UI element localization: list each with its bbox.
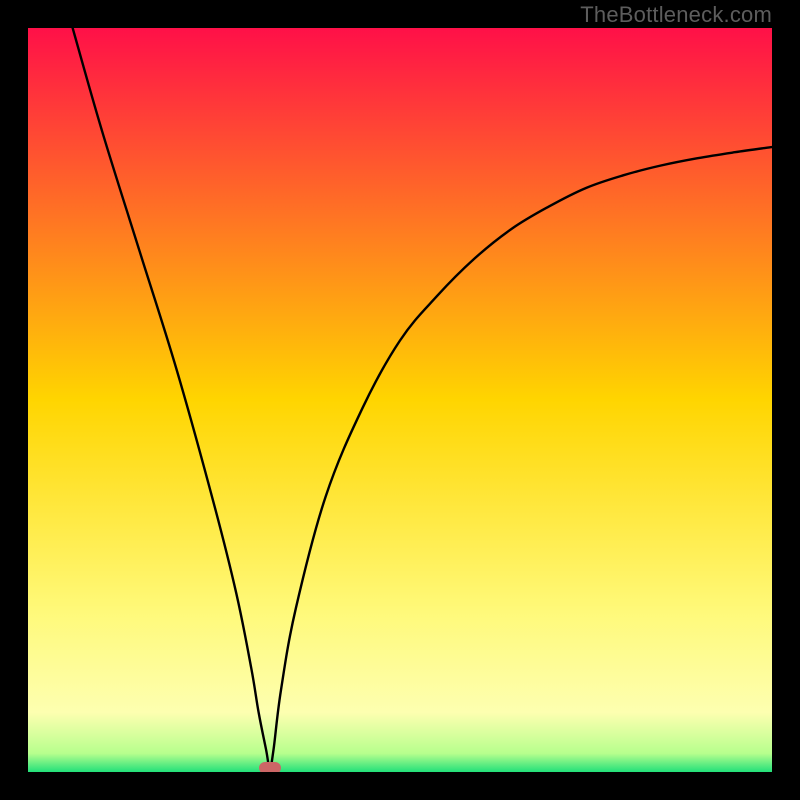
chart-marker-point xyxy=(259,762,281,772)
chart-plot-area xyxy=(28,28,772,772)
watermark-text: TheBottleneck.com xyxy=(580,2,772,28)
chart-curve xyxy=(28,28,772,772)
